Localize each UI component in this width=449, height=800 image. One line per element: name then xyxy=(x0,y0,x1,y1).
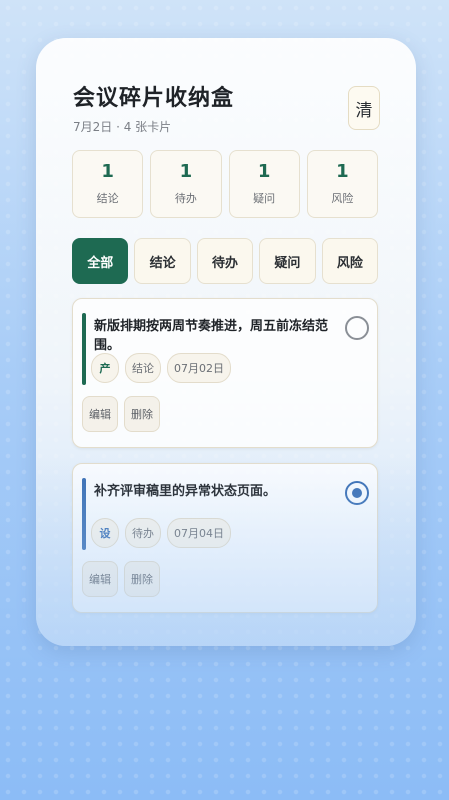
complete-toggle[interactable] xyxy=(345,316,369,340)
card-actions: 编辑 删除 xyxy=(82,396,160,432)
filter-tab-conclusion[interactable]: 结论 xyxy=(134,238,191,284)
fragment-box-panel: 会议碎片收纳盒 7月2日 · 4 张卡片 清 1 结论 1 待办 1 疑问 1 … xyxy=(36,38,416,646)
date-tag: 07月02日 xyxy=(167,353,231,383)
stat-label: 疑问 xyxy=(253,191,276,205)
card-tags: 设 待办 07月04日 xyxy=(91,518,231,548)
filter-tab-risk[interactable]: 风险 xyxy=(321,238,379,284)
card-tags: 产 结论 07月02日 xyxy=(91,353,231,383)
type-tag: 结论 xyxy=(125,353,161,383)
filter-tabs: 全部 结论 待办 疑问 风险 xyxy=(72,238,379,284)
stat-label: 风险 xyxy=(331,191,354,205)
stat-todo: 1 待办 xyxy=(150,150,222,218)
filter-tab-todo[interactable]: 待办 xyxy=(196,238,254,284)
stat-risk: 1 风险 xyxy=(306,150,378,218)
stats-row: 1 结论 1 待办 1 疑问 1 风险 xyxy=(72,150,378,218)
stat-count: 1 xyxy=(101,161,114,183)
page-subtitle: 7月2日 · 4 张卡片 xyxy=(73,120,172,134)
author-avatar: 产 xyxy=(91,353,119,383)
edit-button[interactable]: 编辑 xyxy=(82,396,118,432)
stat-count: 1 xyxy=(179,161,193,183)
card-text: 新版排期按两周节奏推进，周五前冻结范围。 xyxy=(94,319,329,353)
filter-tab-question[interactable]: 疑问 xyxy=(259,238,316,284)
stat-label: 待办 xyxy=(174,191,197,205)
author-avatar: 设 xyxy=(91,518,119,548)
page-title: 会议碎片收纳盒 xyxy=(73,86,235,111)
delete-button[interactable]: 删除 xyxy=(124,561,160,597)
card-text: 补齐评审稿里的异常状态页面。 xyxy=(94,484,277,499)
stat-conclusion: 1 结论 xyxy=(72,150,144,218)
stat-label: 结论 xyxy=(96,191,119,205)
delete-button[interactable]: 删除 xyxy=(124,396,160,432)
date-tag: 07月04日 xyxy=(167,518,231,548)
fragment-card: 补齐评审稿里的异常状态页面。 设 待办 07月04日 编辑 删除 xyxy=(72,463,378,613)
stat-count: 1 xyxy=(336,161,349,183)
fragment-card: 新版排期按两周节奏推进，周五前冻结范围。 产 结论 07月02日 编辑 删除 xyxy=(72,298,378,448)
stat-question: 1 疑问 xyxy=(228,150,300,218)
clear-button[interactable]: 清 xyxy=(348,86,380,130)
filter-tab-all[interactable]: 全部 xyxy=(72,238,129,284)
card-actions: 编辑 删除 xyxy=(82,561,160,597)
stat-count: 1 xyxy=(257,161,271,183)
edit-button[interactable]: 编辑 xyxy=(82,561,118,597)
card-accent-bar xyxy=(82,478,86,550)
complete-toggle[interactable] xyxy=(345,481,369,505)
card-accent-bar xyxy=(82,313,86,385)
type-tag: 待办 xyxy=(125,518,161,548)
